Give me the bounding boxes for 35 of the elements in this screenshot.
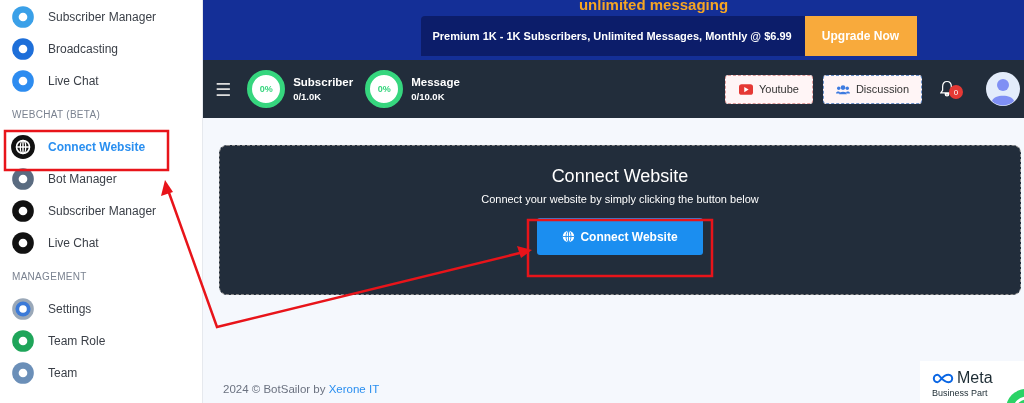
card-description: Connect your website by simply clicking the button below	[481, 193, 759, 205]
menu-button[interactable]: ☰	[215, 78, 240, 100]
usage-label: Subscriber	[293, 76, 354, 88]
partner-caption: Business Part	[932, 388, 988, 398]
usage-count: 0/1.0K	[293, 91, 323, 102]
bell-icon[interactable]	[940, 80, 954, 97]
progress-ring: 0%	[247, 70, 286, 108]
sidebar-item[interactable]: Live Chat	[0, 65, 202, 97]
sidebar-item[interactable]: Subscriber Manager	[0, 195, 202, 227]
sidebar-item[interactable]: Live Chat	[0, 227, 202, 259]
infinity-icon	[932, 372, 954, 384]
sidebar-item[interactable]: Subscriber Manager	[0, 1, 202, 33]
users-icon	[835, 83, 850, 95]
notification-badge: 0	[949, 85, 963, 99]
avatar-icon[interactable]	[986, 72, 1020, 106]
discussion-button[interactable]: Discussion	[823, 74, 922, 104]
sidebar-item[interactable]: Broadcasting	[0, 33, 202, 65]
sidebar-item[interactable]: Team Role	[0, 325, 202, 357]
play-icon	[739, 83, 753, 95]
progress-ring: 0%	[365, 70, 404, 108]
sidebar-item[interactable]: Team	[0, 357, 202, 389]
card-title: Connect Website	[551, 166, 689, 187]
section-heading: MANAGEMENT	[11, 269, 88, 284]
section-heading: WEBCHAT (BETA)	[11, 107, 102, 122]
usage-count: 0/10.0K	[411, 91, 446, 102]
youtube-button[interactable]: Youtube	[725, 74, 813, 104]
copyright-text: 2024 © BotSailor by Xerone IT	[223, 383, 380, 395]
plan-text: Premium 1K - 1K Subscribers, Unlimited Messages, Monthly @ $6.99	[420, 16, 805, 56]
sidebar-item[interactable]: Settings	[0, 293, 202, 325]
usage-label: Message	[411, 76, 460, 88]
sidebar-item[interactable]: Bot Manager	[0, 163, 202, 195]
globe-icon	[562, 230, 576, 243]
brand-name: Meta	[957, 370, 993, 386]
globe-icon	[10, 134, 36, 160]
gear-icon	[10, 296, 36, 322]
